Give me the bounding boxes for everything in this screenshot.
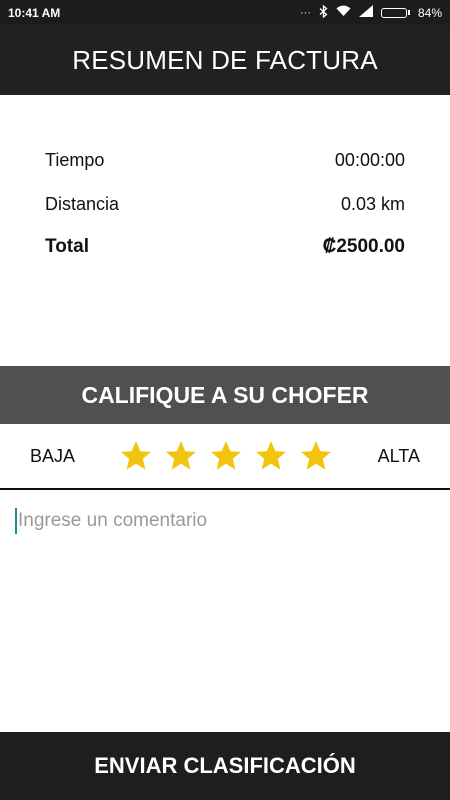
comment-input[interactable] [14, 508, 442, 712]
summary-row-distance: Distancia 0.03 km [45, 194, 405, 215]
rating-low-label: BAJA [30, 445, 76, 466]
signal-dots-icon: ··· [299, 6, 311, 19]
submit-rating-label: ENVIAR CLASIFICACIÓN [94, 753, 356, 778]
text-cursor [15, 508, 17, 534]
rate-driver-title: CALIFIQUE A SU CHOFER [81, 381, 369, 408]
summary-row-time: Tiempo 00:00:00 [45, 150, 405, 171]
status-time: 10:41 AM [8, 5, 61, 20]
cell-signal-icon [358, 5, 373, 20]
summary-row-total: Total ₡2500.00 [45, 236, 405, 258]
page-title: RESUMEN DE FACTURA [72, 44, 378, 75]
star-icon[interactable] [254, 439, 288, 473]
comment-area [0, 490, 450, 732]
bluetooth-icon [319, 4, 328, 21]
rating-row: BAJA ALTA [0, 424, 450, 488]
wifi-icon [336, 5, 351, 20]
battery-percent: 84% [417, 5, 442, 20]
star-icon[interactable] [299, 439, 333, 473]
star-icon[interactable] [209, 439, 243, 473]
star-icon[interactable] [119, 439, 153, 473]
submit-rating-button[interactable]: ENVIAR CLASIFICACIÓN [0, 732, 450, 800]
distance-value: 0.03 km [340, 194, 405, 214]
total-value: ₡2500.00 [322, 236, 405, 257]
total-label: Total [45, 236, 89, 257]
status-bar: 10:41 AM ··· 84% [0, 0, 450, 25]
app-header: RESUMEN DE FACTURA [0, 25, 450, 95]
status-icons: ··· 84% [299, 4, 442, 21]
rate-driver-header: CALIFIQUE A SU CHOFER [0, 366, 450, 424]
distance-label: Distancia [45, 194, 120, 214]
star-rating[interactable] [119, 439, 333, 473]
rating-high-label: ALTA [377, 445, 420, 466]
time-value: 00:00:00 [334, 150, 405, 170]
star-icon[interactable] [164, 439, 198, 473]
time-label: Tiempo [45, 150, 105, 170]
battery-icon [380, 7, 410, 18]
invoice-summary: Tiempo 00:00:00 Distancia 0.03 km Total … [0, 95, 450, 365]
